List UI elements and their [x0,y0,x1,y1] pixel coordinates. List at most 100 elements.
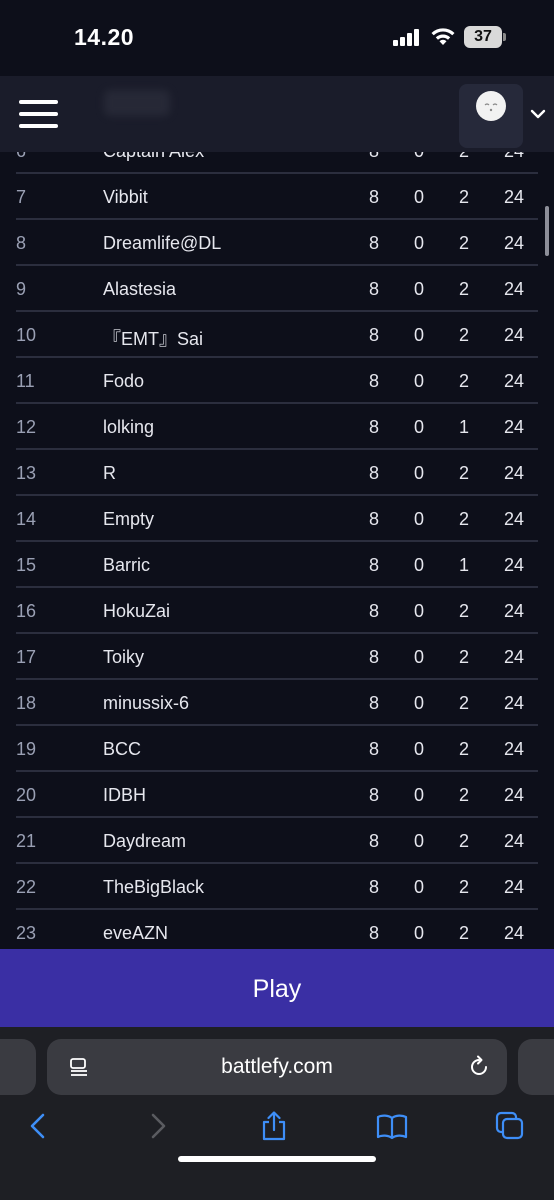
stat-cell: 0 [413,647,424,667]
stat-cell: 8 [368,187,379,207]
rank-cell: 8 [16,233,27,253]
stat-cell: 0 [413,739,424,759]
stat-cell: 8 [368,831,379,851]
share-icon[interactable] [259,1111,289,1141]
points-cell: 24 [503,463,525,483]
previous-tab-preview[interactable] [0,1039,36,1095]
team-name-cell: Empty [103,509,155,529]
stat-cell: 8 [368,417,379,437]
stat-cell: 8 [368,371,379,391]
stat-cell: 0 [413,555,424,575]
next-tab-preview[interactable] [518,1039,554,1095]
stat-cell: 2 [458,463,469,483]
avatar-button[interactable] [459,84,523,148]
stat-cell: 0 [413,233,424,253]
stat-cell: 2 [458,233,469,253]
scrollbar[interactable] [545,206,549,256]
stat-cell: 8 [368,739,379,759]
address-bar[interactable]: battlefy.com [47,1039,507,1095]
wifi-icon [431,28,455,45]
rank-cell: 23 [16,923,37,943]
standings-table[interactable]: 6 Captain Alex 8 0 2 24 7 Vibbit 8 0 2 24 8 Dre… [0,152,554,949]
table-row[interactable]: 23 eveAZN 8 0 2 24 [0,910,554,949]
table-row[interactable]: 20 IDBH 8 0 2 24 [0,772,554,818]
home-indicator [178,1156,376,1162]
rank-cell: 18 [16,693,37,713]
stat-cell: 2 [458,831,469,851]
points-cell: 24 [503,647,525,667]
team-name-cell: BCC [103,739,142,759]
points-cell: 24 [503,152,525,162]
rank-cell: 7 [16,187,27,207]
stat-cell: 2 [458,877,469,897]
stat-cell: 8 [368,785,379,805]
table-row[interactable]: 21 Daydream 8 0 2 24 [0,818,554,864]
browser-toolbar: battlefy.com [0,1027,554,1200]
rank-cell: 13 [16,463,37,483]
stat-cell: 8 [368,463,379,483]
stat-cell: 2 [458,923,469,943]
team-name-cell: Daydream [103,831,187,851]
stat-cell: 2 [458,187,469,207]
hamburger-icon[interactable] [19,100,58,128]
table-row[interactable]: 15 Barric 8 0 1 24 [0,542,554,588]
stat-cell: 0 [413,877,424,897]
points-cell: 24 [503,233,525,253]
status-time: 14.20 [74,24,135,50]
team-name-cell: minussix-6 [103,693,190,713]
table-row[interactable]: 13 R 8 0 2 24 [0,450,554,496]
points-cell: 24 [503,187,525,207]
chevron-down-icon[interactable] [530,106,546,122]
table-row[interactable]: 9 Alastesia 8 0 2 24 [0,266,554,312]
team-name-cell: Dreamlife@DL [103,233,222,253]
stat-cell: 0 [413,831,424,851]
table-row[interactable]: 7 Vibbit 8 0 2 24 [0,174,554,220]
points-cell: 24 [503,785,525,805]
table-row[interactable]: 22 TheBigBlack 8 0 2 24 [0,864,554,910]
table-row[interactable]: 14 Empty 8 0 2 24 [0,496,554,542]
tabs-icon[interactable] [495,1111,525,1141]
stat-cell: 0 [413,152,425,162]
stat-cell: 8 [368,877,379,897]
stat-cell: 2 [458,279,469,299]
team-name-cell: Fodo [103,371,145,391]
table-row[interactable]: 18 minussix-6 8 0 2 24 [0,680,554,726]
stat-cell: 8 [368,647,379,667]
table-row[interactable]: 10 『EMT』Sai 8 0 2 24 [0,312,554,358]
points-cell: 24 [503,279,525,299]
cellular-signal-icon [393,28,423,46]
team-name-cell: R [103,463,116,483]
rank-cell: 17 [16,647,37,667]
bookmarks-icon[interactable] [376,1111,408,1141]
play-button[interactable]: Play [0,949,554,1027]
forward-icon[interactable] [142,1111,172,1141]
stat-cell: 0 [413,187,424,207]
table-row[interactable]: 16 HokuZai 8 0 2 24 [0,588,554,634]
team-name-cell: TheBigBlack [103,877,205,897]
table-row[interactable]: 17 Toiky 8 0 2 24 [0,634,554,680]
rank-cell: 12 [16,417,37,437]
stat-cell: 0 [413,279,424,299]
play-button-label: Play [252,975,302,1003]
points-cell: 24 [503,923,525,943]
stat-cell: 2 [458,647,469,667]
points-cell: 24 [503,831,525,851]
points-cell: 24 [503,601,525,621]
battery-level: 37 [474,28,492,45]
points-cell: 24 [503,509,525,529]
back-icon[interactable] [24,1111,54,1141]
table-row-partial[interactable]: 6 Captain Alex 8 0 2 24 [0,152,554,174]
team-name-cell: IDBH [103,785,147,805]
points-cell: 24 [503,417,525,437]
table-row[interactable]: 19 BCC 8 0 2 24 [0,726,554,772]
points-cell: 24 [503,877,525,897]
stat-cell: 2 [458,739,469,759]
table-row[interactable]: 11 Fodo 8 0 2 24 [0,358,554,404]
points-cell: 24 [503,555,525,575]
table-row[interactable]: 8 Dreamlife@DL 8 0 2 24 [0,220,554,266]
team-name-cell: eveAZN [103,923,169,943]
table-row[interactable]: 12 lolking 8 0 1 24 [0,404,554,450]
points-cell: 24 [503,739,525,759]
reload-icon[interactable] [467,1055,491,1079]
url-text: battlefy.com [221,1055,333,1078]
